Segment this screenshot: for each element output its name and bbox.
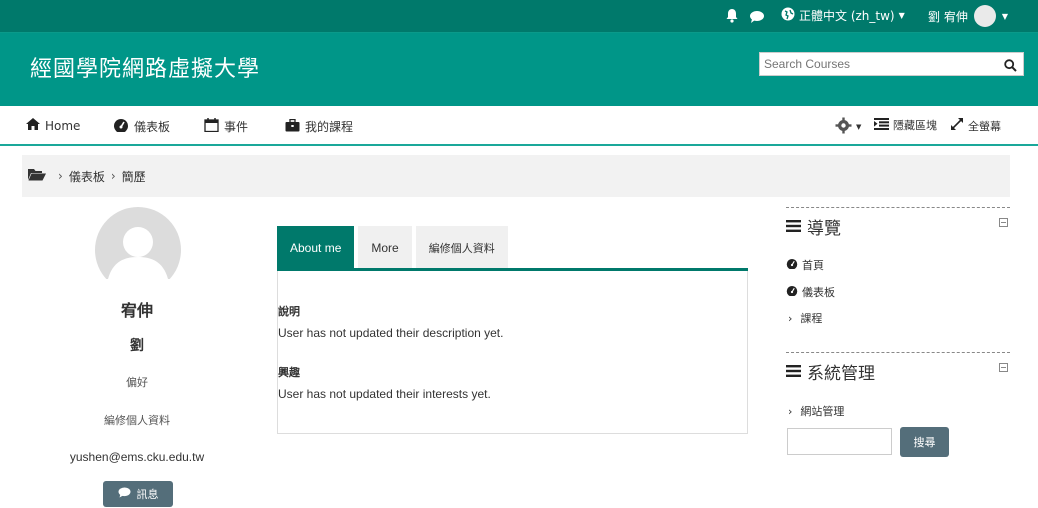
admin-item-site-admin[interactable]: › 網站管理 bbox=[788, 403, 844, 419]
search-icon[interactable] bbox=[1004, 57, 1017, 76]
chevron-right-icon: › bbox=[788, 311, 793, 325]
gear-icon bbox=[835, 117, 852, 137]
profile-email[interactable]: yushen@ems.cku.edu.tw bbox=[22, 450, 252, 464]
breadcrumb-item-profile: 簡歷 bbox=[121, 169, 146, 184]
comment-icon bbox=[118, 487, 131, 501]
indent-icon bbox=[874, 117, 889, 133]
nav-events-label: 事件 bbox=[224, 120, 249, 134]
dashboard-icon bbox=[113, 118, 129, 135]
chevron-right-icon: › bbox=[788, 404, 793, 418]
language-menu[interactable]: 正體中文 (zh_tw) ▼ bbox=[781, 7, 905, 24]
administration-block-title: 系統管理 bbox=[786, 359, 875, 384]
user-menu[interactable]: 劉 宥伸 ▼ bbox=[928, 5, 1008, 27]
edit-profile-link[interactable]: 編修個人資料 bbox=[22, 412, 252, 428]
avatar bbox=[973, 5, 996, 27]
breadcrumb: › 儀表板 › 簡歷 bbox=[22, 155, 1010, 197]
nav-block-item-home-label: 首頁 bbox=[802, 259, 824, 272]
nav-block-item-dashboard-label: 儀表板 bbox=[802, 286, 835, 299]
search-box bbox=[759, 52, 1024, 76]
profile-last-name: 劉 bbox=[130, 338, 144, 354]
folder-icon[interactable] bbox=[28, 168, 46, 184]
interests-heading: 興趣 bbox=[278, 366, 300, 379]
dashboard-icon bbox=[786, 285, 798, 299]
chat-icon[interactable] bbox=[749, 9, 765, 28]
site-header: 經國學院網路虛擬大學 bbox=[0, 33, 1038, 106]
nav-dashboard[interactable]: 儀表板 bbox=[113, 118, 170, 135]
caret-down-icon: ▼ bbox=[856, 123, 862, 131]
admin-item-site-admin-label: 網站管理 bbox=[800, 405, 845, 418]
tab-more[interactable]: More bbox=[358, 226, 412, 269]
bell-icon[interactable] bbox=[725, 8, 739, 27]
profile-picture bbox=[95, 207, 181, 279]
expand-icon bbox=[950, 117, 964, 134]
nav-block-item-courses-label: 課程 bbox=[800, 312, 823, 325]
navigation-block: 導覽 首頁 儀表板 › 課程 bbox=[786, 207, 1010, 338]
about-me-panel: 說明 User has not updated their descriptio… bbox=[277, 271, 748, 434]
nav-my-courses-label: 我的課程 bbox=[305, 120, 354, 134]
hide-blocks-label: 隱藏區塊 bbox=[893, 119, 937, 132]
fullscreen-label: 全螢幕 bbox=[968, 119, 1001, 133]
top-navbar: 正體中文 (zh_tw) ▼ 劉 宥伸 ▼ bbox=[0, 0, 1038, 33]
tab-edit-profile[interactable]: 編修個人資料 bbox=[415, 226, 508, 269]
bars-icon bbox=[786, 217, 801, 237]
message-button-label: 訊息 bbox=[136, 488, 159, 501]
settings-menu[interactable]: ▼ bbox=[835, 117, 861, 137]
message-button[interactable]: 訊息 bbox=[103, 481, 173, 507]
caret-down-icon: ▼ bbox=[898, 11, 905, 20]
administration-block-label: 系統管理 bbox=[807, 364, 875, 384]
collapse-icon[interactable] bbox=[999, 218, 1008, 227]
dashboard-icon bbox=[786, 258, 798, 272]
profile-tabs: About me More 編修個人資料 bbox=[277, 226, 512, 269]
home-icon bbox=[26, 118, 40, 133]
description-text: User has not updated their description y… bbox=[278, 326, 504, 340]
nav-block-item-courses[interactable]: › 課程 bbox=[788, 310, 822, 326]
tab-about-me[interactable]: About me bbox=[277, 226, 355, 269]
nav-block-item-dashboard[interactable]: 儀表板 bbox=[786, 284, 835, 300]
interests-text: User has not updated their interests yet… bbox=[278, 387, 491, 401]
nav-dashboard-label: 儀表板 bbox=[134, 120, 171, 134]
bars-icon bbox=[786, 362, 801, 382]
description-heading: 說明 bbox=[278, 305, 300, 318]
search-input[interactable] bbox=[760, 53, 998, 75]
nav-home-label: Home bbox=[45, 118, 81, 133]
caret-down-icon: ▼ bbox=[1001, 11, 1008, 21]
main-navbar: Home 儀表板 事件 我的課程 ▼ 隱藏區塊 全螢幕 bbox=[0, 106, 1038, 146]
user-name: 劉 宥伸 bbox=[928, 9, 968, 24]
breadcrumb-separator: › bbox=[58, 169, 63, 183]
nav-my-courses[interactable]: 我的課程 bbox=[285, 118, 353, 135]
profile-first-name: 宥伸 bbox=[120, 301, 153, 320]
site-title[interactable]: 經國學院網路虛擬大學 bbox=[30, 51, 260, 83]
globe-icon bbox=[781, 7, 795, 24]
breadcrumb-item-dashboard[interactable]: 儀表板 bbox=[69, 168, 105, 185]
nav-home[interactable]: Home bbox=[26, 118, 80, 133]
briefcase-icon bbox=[285, 118, 300, 135]
collapse-icon[interactable] bbox=[999, 363, 1008, 372]
breadcrumb-separator: › bbox=[110, 169, 116, 183]
navigation-block-label: 導覽 bbox=[807, 219, 841, 239]
navigation-block-title: 導覽 bbox=[786, 214, 841, 239]
admin-search-button[interactable]: 搜尋 bbox=[900, 427, 949, 457]
admin-search-input[interactable] bbox=[787, 428, 892, 455]
fullscreen-button[interactable]: 全螢幕 bbox=[950, 117, 1001, 134]
nav-events[interactable]: 事件 bbox=[204, 118, 248, 135]
language-label: 正體中文 (zh_tw) bbox=[799, 9, 895, 23]
preferences-link[interactable]: 偏好 bbox=[22, 374, 252, 390]
nav-block-item-home[interactable]: 首頁 bbox=[786, 257, 824, 273]
calendar-icon bbox=[204, 118, 219, 135]
hide-blocks-button[interactable]: 隱藏區塊 bbox=[874, 117, 937, 133]
